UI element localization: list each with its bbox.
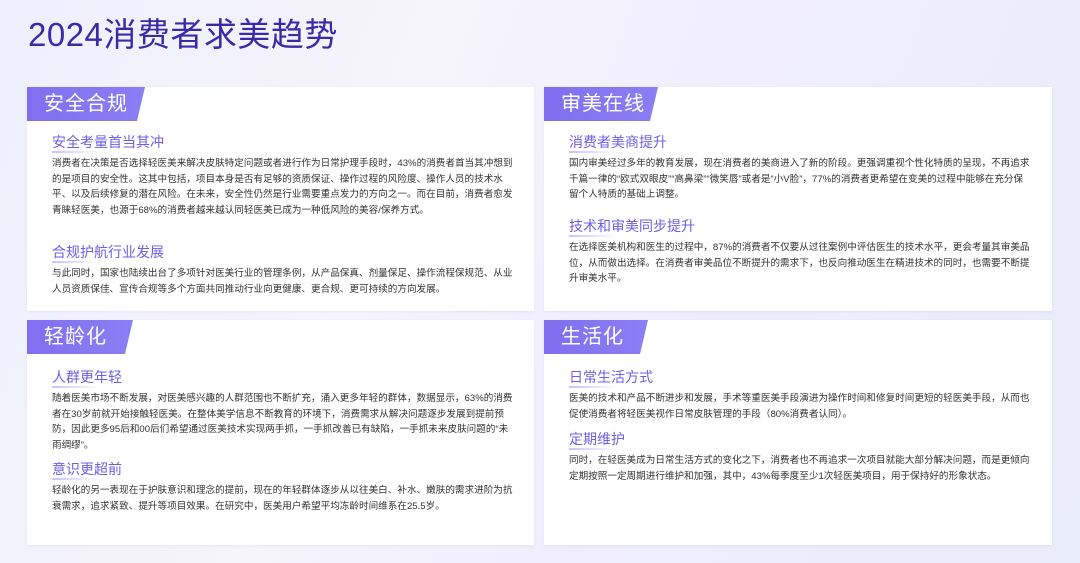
section-title: 定期维护 <box>569 430 625 450</box>
section-body: 消费者在决策是否选择轻医美来解决皮肤特定问题或者进行作为日常护理手段时，43%的… <box>52 158 513 216</box>
card-header: 审美在线 <box>544 87 658 121</box>
section-body: 在选择医美机构和医生的过程中，87%的消费者不仅要从过往案例中评估医生的技术水平… <box>569 242 1030 284</box>
section-body: 医美的技术和产品不断进步和发展，手术等重医美手段演进为操作时间和修复时间更短的轻… <box>569 393 1030 420</box>
page-title: 2024消费者求美趋势 <box>28 16 338 53</box>
card-lifestyle: 生活化 日常生活方式 医美的技术和产品不断进步和发展，手术等重医美手段演进为操作… <box>544 320 1052 545</box>
section-title: 合规护航行业发展 <box>52 243 164 263</box>
section: 消费者美商提升 国内审美经过多年的教育发展，现在消费者的美商进入了新的阶段。更强… <box>569 133 1032 203</box>
section-body: 随着医美市场不断发展，对医美感兴趣的人群范围也不断扩充，涌入更多年轻的群体，数据… <box>52 393 513 451</box>
section-body: 与此同时，国家也陆续出台了多项针对医美行业的管理条例，从产品保真、剂量保足、操作… <box>52 268 513 295</box>
section-title: 日常生活方式 <box>569 368 653 388</box>
section-body: 轻龄化的另一表现在于护肤意识和理念的提前，现在的年轻群体逐步从以往美白、补水、嫩… <box>52 485 513 512</box>
card-header: 安全合规 <box>27 87 145 121</box>
section: 意识更超前 轻龄化的另一表现在于护肤意识和理念的提前，现在的年轻群体逐步从以往美… <box>52 460 514 514</box>
section: 日常生活方式 医美的技术和产品不断进步和发展，手术等重医美手段演进为操作时间和修… <box>569 368 1032 422</box>
section-body: 国内审美经过多年的教育发展，现在消费者的美商进入了新的阶段。更强调重视个性化特质… <box>569 158 1030 200</box>
section: 定期维护 同时，在轻医美成为日常生活方式的变化之下，消费者也不再追求一次项目就能… <box>569 430 1032 484</box>
section-title: 消费者美商提升 <box>569 133 667 153</box>
section: 人群更年轻 随着医美市场不断发展，对医美感兴趣的人群范围也不断扩充，涌入更多年轻… <box>52 368 514 453</box>
card-header: 生活化 <box>544 320 648 354</box>
card-aesthetic-online: 审美在线 消费者美商提升 国内审美经过多年的教育发展，现在消费者的美商进入了新的… <box>544 87 1052 311</box>
section-title: 技术和审美同步提升 <box>569 217 695 237</box>
card-safety-compliance: 安全合规 安全考量首当其冲 消费者在决策是否选择轻医美来解决皮肤特定问题或者进行… <box>27 87 534 311</box>
card-header: 轻龄化 <box>27 320 133 354</box>
section-title: 人群更年轻 <box>52 368 122 388</box>
card-younger-age: 轻龄化 人群更年轻 随着医美市场不断发展，对医美感兴趣的人群范围也不断扩充，涌入… <box>27 320 534 545</box>
section-title: 安全考量首当其冲 <box>52 133 164 153</box>
section-title: 意识更超前 <box>52 460 122 480</box>
section: 技术和审美同步提升 在选择医美机构和医生的过程中，87%的消费者不仅要从过往案例… <box>569 217 1032 287</box>
section: 合规护航行业发展 与此同时，国家也陆续出台了多项针对医美行业的管理条例，从产品保… <box>52 243 514 297</box>
section: 安全考量首当其冲 消费者在决策是否选择轻医美来解决皮肤特定问题或者进行作为日常护… <box>52 133 514 218</box>
section-body: 同时，在轻医美成为日常生活方式的变化之下，消费者也不再追求一次项目就能大部分解决… <box>569 455 1030 482</box>
